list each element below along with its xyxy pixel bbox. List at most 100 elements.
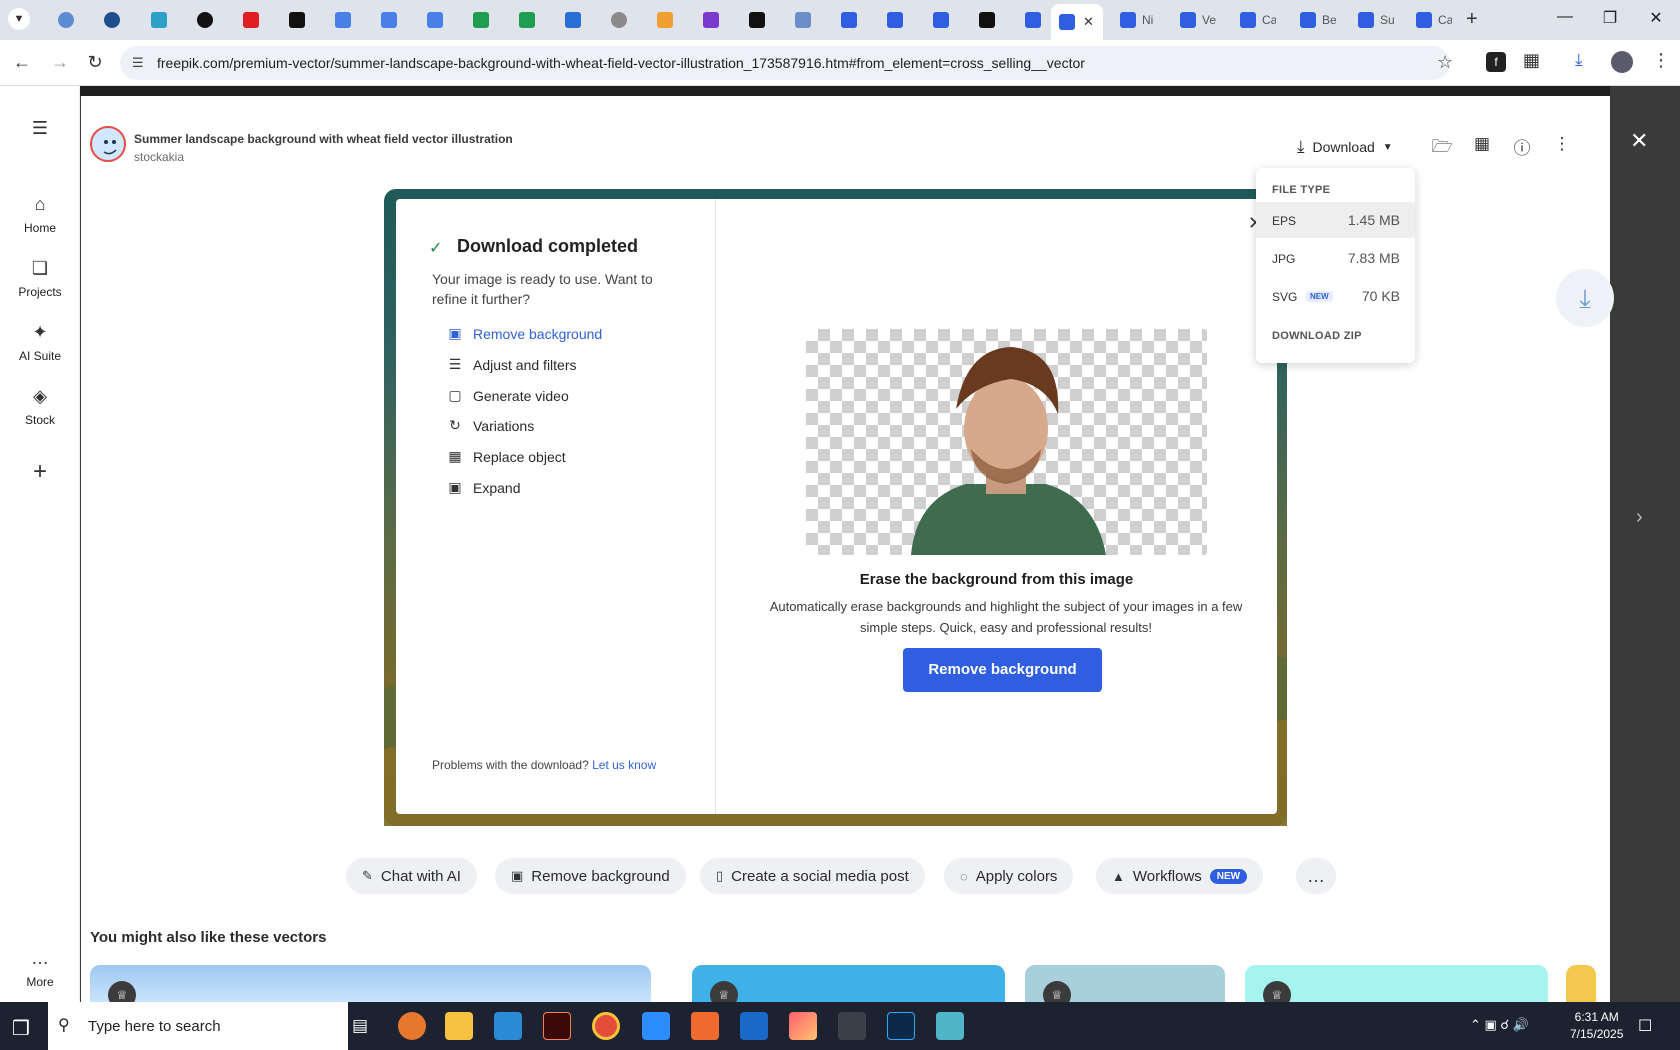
sidebar-item-home[interactable]: ⌂ Home: [0, 194, 80, 235]
browser-menu-icon[interactable]: ⋮: [1652, 50, 1670, 71]
sidebar-add-button[interactable]: +: [0, 458, 80, 492]
restore-button[interactable]: ❐: [1590, 8, 1630, 28]
url-field[interactable]: ☰ freepik.com/premium-vector/summer-land…: [120, 46, 1453, 80]
task-view-icon[interactable]: ▤: [352, 1016, 368, 1036]
new-tab-button[interactable]: +: [1466, 8, 1478, 31]
sidebar-item-projects[interactable]: ❏ Projects: [0, 258, 80, 299]
browser-tab[interactable]: [235, 6, 259, 34]
browser-tab[interactable]: [603, 6, 627, 34]
more-actions-chip[interactable]: …: [1296, 858, 1336, 894]
sidebar-item-ai-suite[interactable]: ✦ AI Suite: [0, 322, 80, 363]
zoom-icon[interactable]: [642, 1012, 670, 1040]
chat-with-ai-chip[interactable]: ✎ Chat with AI: [346, 858, 477, 894]
browser-tab[interactable]: [50, 6, 74, 34]
sidebar-menu-button[interactable]: ☰: [0, 118, 80, 145]
remove-background-chip[interactable]: ▣ Remove background: [495, 858, 686, 894]
browser-tab[interactable]: [787, 6, 811, 34]
option-remove-background[interactable]: ▣ Remove background: [446, 325, 602, 342]
close-overlay-icon[interactable]: ✕: [1630, 128, 1648, 154]
minimize-button[interactable]: —: [1545, 8, 1585, 26]
downloads-icon[interactable]: ⤓: [1575, 50, 1583, 70]
option-expand[interactable]: ▣ Expand: [446, 479, 520, 496]
browser-tab[interactable]: [971, 6, 995, 34]
browser-tab-active[interactable]: ✕: [1051, 4, 1103, 40]
browser-tab[interactable]: Ve: [1172, 6, 1216, 34]
browser-tab[interactable]: [189, 6, 213, 34]
file-type-svg[interactable]: SVG NEW 70 KB: [1256, 278, 1415, 314]
browser-tab[interactable]: [695, 6, 719, 34]
pen-tool-icon[interactable]: [838, 1012, 866, 1040]
browser-tab[interactable]: [281, 6, 305, 34]
firefox-icon[interactable]: [398, 1012, 426, 1040]
similar-thumbnail[interactable]: ♕: [1245, 965, 1548, 1002]
taskbar-search-box[interactable]: ⚲ Type here to search: [48, 1002, 348, 1050]
illustrator-icon[interactable]: [543, 1012, 571, 1040]
browser-tab[interactable]: [465, 6, 489, 34]
browser-tab[interactable]: Ni: [1112, 6, 1156, 34]
close-window-button[interactable]: ✕: [1636, 8, 1676, 28]
similar-thumbnail[interactable]: ♕: [692, 965, 1005, 1002]
site-info-icon[interactable]: ☰: [132, 55, 144, 71]
browser-tab[interactable]: [96, 6, 120, 34]
asset-author[interactable]: stockakia: [134, 150, 184, 164]
browser-tab[interactable]: [327, 6, 351, 34]
let-us-know-link[interactable]: Let us know: [592, 758, 656, 772]
xampp-icon[interactable]: [691, 1012, 719, 1040]
file-explorer-icon[interactable]: [445, 1012, 473, 1040]
chrome-icon[interactable]: [592, 1012, 620, 1040]
add-to-collection-icon[interactable]: 🗁: [1430, 134, 1454, 158]
similar-thumbnail[interactable]: ♕: [90, 965, 651, 1002]
browser-tab[interactable]: [373, 6, 397, 34]
reload-button[interactable]: ↻: [83, 52, 107, 73]
notifications-icon[interactable]: ☐: [1638, 1016, 1652, 1036]
creative-cloud-icon[interactable]: [789, 1012, 817, 1040]
extension-icon[interactable]: f: [1486, 52, 1506, 72]
browser-tab[interactable]: [879, 6, 903, 34]
floating-download-icon[interactable]: ⤓: [1556, 269, 1614, 327]
option-replace-object[interactable]: ▦ Replace object: [446, 448, 565, 465]
windows-start-icon[interactable]: ❒: [12, 1016, 30, 1041]
browser-tab[interactable]: [833, 6, 857, 34]
outlook-icon[interactable]: [740, 1012, 768, 1040]
taskbar-clock[interactable]: 6:31 AM 7/15/2025: [1570, 1009, 1623, 1043]
browser-tab[interactable]: [143, 6, 167, 34]
browser-tab[interactable]: Su: [1350, 6, 1394, 34]
close-tab-icon[interactable]: ✕: [1083, 14, 1094, 30]
browser-tab[interactable]: Ca: [1232, 6, 1276, 34]
bookmark-star-icon[interactable]: ☆: [1437, 52, 1453, 73]
file-type-eps[interactable]: EPS 1.45 MB: [1256, 202, 1415, 238]
browser-tab[interactable]: Be: [1292, 6, 1336, 34]
browser-tab[interactable]: [557, 6, 581, 34]
file-type-jpg[interactable]: JPG 7.83 MB: [1256, 240, 1415, 276]
download-zip-link[interactable]: DOWNLOAD ZIP: [1272, 330, 1362, 342]
author-avatar[interactable]: [90, 126, 126, 162]
forward-button[interactable]: →: [48, 52, 72, 73]
sidebar-item-stock[interactable]: ◈ Stock: [0, 386, 80, 427]
browser-tab[interactable]: [511, 6, 535, 34]
browser-tab[interactable]: Ca: [1408, 6, 1452, 34]
option-variations[interactable]: ↻ Variations: [446, 417, 534, 434]
back-button[interactable]: ←: [10, 52, 34, 73]
profile-avatar[interactable]: [1611, 51, 1633, 73]
tab-search-button[interactable]: ▼: [8, 8, 30, 30]
browser-tab[interactable]: [1017, 6, 1041, 34]
option-adjust-filters[interactable]: ☰ Adjust and filters: [446, 356, 577, 373]
remove-background-button[interactable]: Remove background: [903, 648, 1102, 692]
app-icon[interactable]: [936, 1012, 964, 1040]
browser-tab[interactable]: [649, 6, 673, 34]
browser-tab[interactable]: [419, 6, 443, 34]
system-tray-icons[interactable]: ⌃ ▣ ☌ 🔊: [1470, 1017, 1529, 1033]
extensions-puzzle-icon[interactable]: ▦: [1523, 50, 1540, 71]
similar-thumbnail[interactable]: [1566, 965, 1596, 1002]
similar-thumbnail[interactable]: ♕: [1025, 965, 1225, 1002]
sidebar-item-more[interactable]: … More: [0, 948, 80, 989]
download-button[interactable]: ⤓ Download ▼: [1297, 134, 1393, 160]
edit-image-icon[interactable]: ▦: [1470, 134, 1494, 158]
workflows-chip[interactable]: ▲ Workflows NEW: [1096, 858, 1264, 894]
browser-tab[interactable]: [925, 6, 949, 34]
info-icon[interactable]: ⓘ: [1510, 134, 1534, 158]
vscode-icon[interactable]: [494, 1012, 522, 1040]
social-media-post-chip[interactable]: ▯ Create a social media post: [700, 858, 925, 894]
browser-tab[interactable]: [741, 6, 765, 34]
next-arrow-icon[interactable]: ›: [1636, 506, 1643, 529]
